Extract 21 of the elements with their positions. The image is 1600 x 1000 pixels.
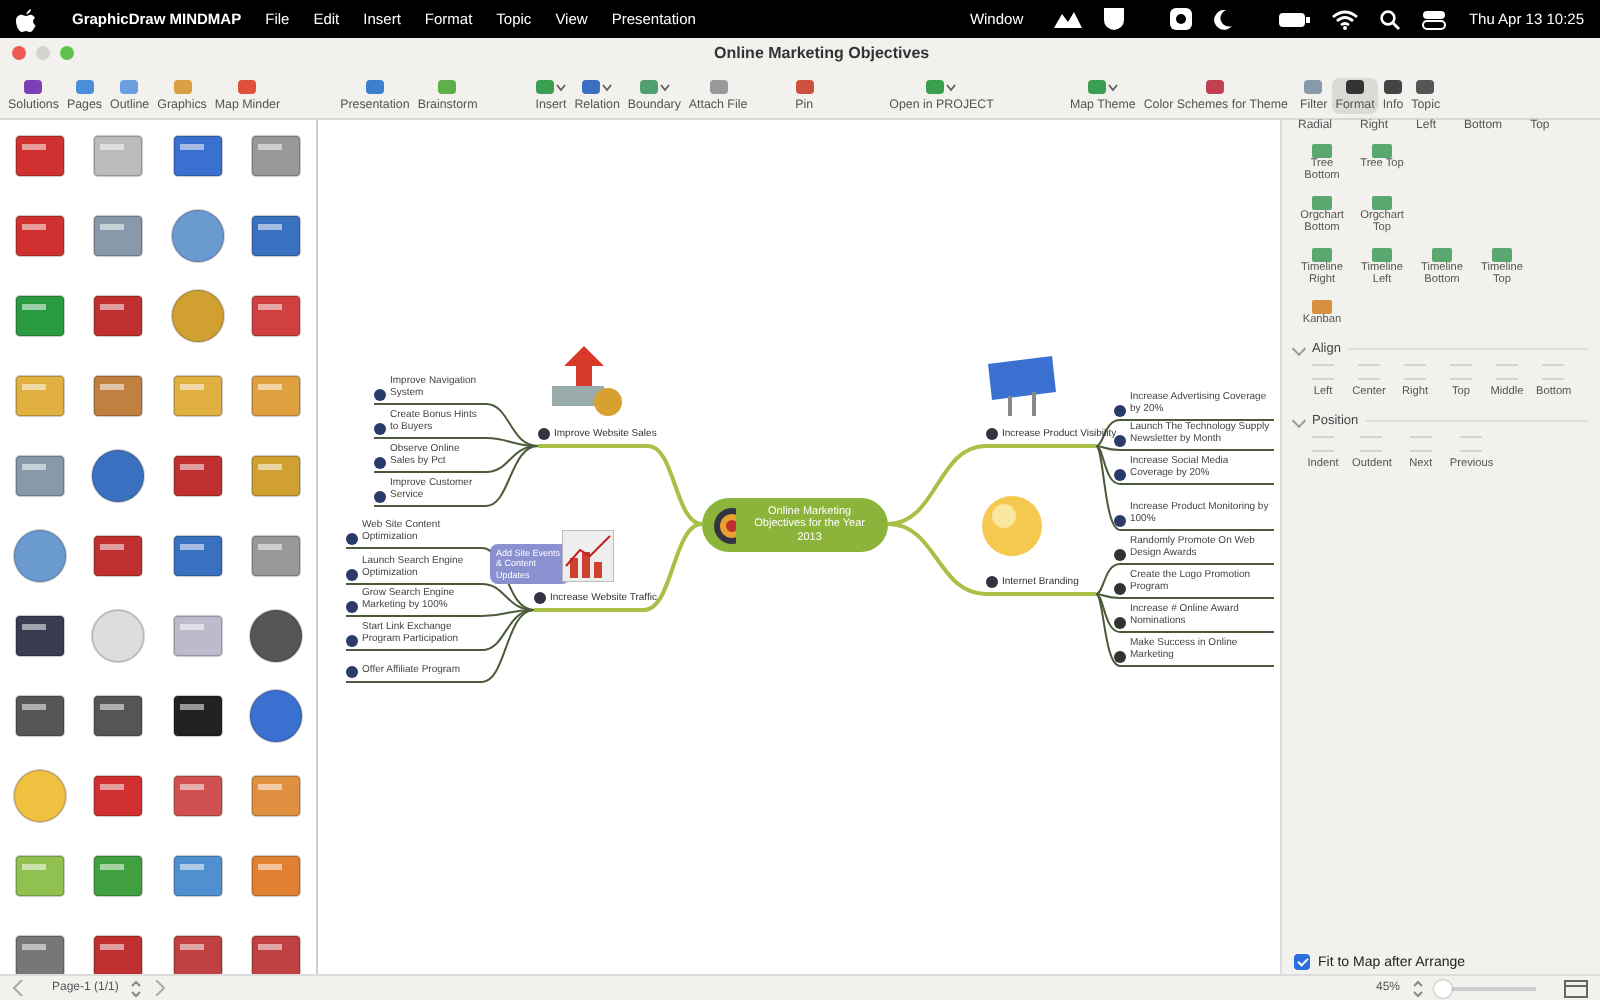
square-app-icon[interactable] <box>1170 8 1193 30</box>
money-arrow-drawing <box>548 346 628 418</box>
zoom-slider[interactable] <box>1436 979 1536 997</box>
shield-icon[interactable] <box>1104 8 1125 30</box>
www-globe-drawing <box>982 496 1042 556</box>
slider-thumb[interactable] <box>1433 979 1451 997</box>
moon-icon[interactable] <box>1214 9 1233 29</box>
stepper-icon[interactable] <box>1412 979 1424 997</box>
sidebar-toggle-icon[interactable] <box>1564 979 1588 997</box>
billboard-drawing <box>984 356 1060 416</box>
search-icon[interactable] <box>1380 9 1401 29</box>
stepper-icon[interactable] <box>130 979 143 997</box>
apple-logo-icon[interactable] <box>16 7 36 31</box>
window-title: Online Marketing Objectives <box>714 43 930 61</box>
wifi-icon[interactable] <box>1332 9 1359 29</box>
bar-chart-drawing <box>562 530 614 582</box>
target-icon <box>714 507 736 543</box>
control-center-icon[interactable] <box>1422 9 1447 29</box>
close-button[interactable] <box>12 45 26 59</box>
battery-icon[interactable] <box>1278 11 1311 27</box>
mountain-icon[interactable] <box>1054 10 1083 28</box>
